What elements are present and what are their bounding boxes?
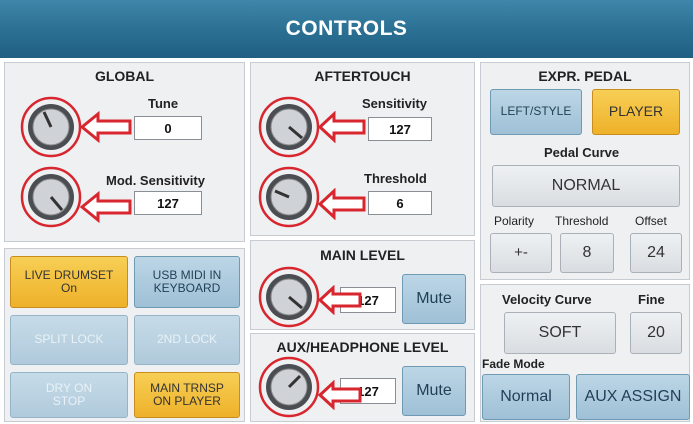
dry-on-stop-button[interactable]: DRY ON STOP (10, 372, 128, 418)
player-button[interactable]: PLAYER (592, 89, 680, 135)
arrow-left-icon (318, 111, 366, 143)
arrow-left-icon (80, 111, 132, 143)
main-trnsp-on-player-button[interactable]: MAIN TRNSP ON PLAYER (134, 372, 240, 418)
pedal-curve-value: NORMAL (551, 177, 621, 195)
velocity-curve-value: SOFT (538, 324, 582, 342)
aftertouch-title: AFTERTOUCH (314, 68, 411, 84)
main-level-mute-button[interactable]: Mute (402, 274, 466, 324)
usb-midi-label-line2: KEYBOARD (153, 281, 221, 295)
aftertouch-sensitivity-label: Sensitivity (362, 96, 428, 111)
page-title: CONTROLS (285, 17, 408, 40)
pedal-threshold-label: Threshold (555, 214, 609, 228)
offset-button[interactable]: 24 (630, 233, 682, 273)
fade-mode-button[interactable]: Normal (482, 374, 570, 420)
usb-midi-keyboard-button[interactable]: USB MIDI IN KEYBOARD (134, 256, 240, 308)
arrow-left-icon (318, 285, 362, 315)
tune-label: Tune (148, 96, 179, 111)
pedal-threshold-value: 8 (582, 244, 592, 262)
fine-label: Fine (638, 292, 665, 307)
aftertouch-sensitivity-value[interactable]: 127 (368, 117, 432, 141)
pedal-curve-select[interactable]: NORMAL (492, 165, 680, 207)
main-trnsp-line2: ON PLAYER (153, 394, 221, 408)
arrow-left-icon (318, 188, 366, 220)
live-drumset-button[interactable]: LIVE DRUMSET On (10, 256, 128, 308)
offset-value: 24 (647, 244, 665, 262)
aux-assign-button[interactable]: AUX ASSIGN (576, 374, 690, 420)
main-level-title: MAIN LEVEL (320, 247, 405, 263)
second-lock-button[interactable]: 2ND LOCK (134, 315, 240, 365)
left-style-button[interactable]: LEFT/STYLE (490, 89, 582, 135)
arrow-left-icon (80, 191, 132, 223)
aux-mute-label: Mute (416, 382, 452, 400)
dry-on-stop-line2: STOP (52, 394, 86, 408)
velocity-curve-select[interactable]: SOFT (504, 312, 616, 354)
split-lock-label: SPLIT LOCK (34, 332, 104, 347)
title-bar: CONTROLS (0, 0, 693, 58)
split-lock-button[interactable]: SPLIT LOCK (10, 315, 128, 365)
aftertouch-sensitivity-knob[interactable] (258, 96, 320, 158)
fade-mode-value: Normal (500, 388, 552, 406)
mod-sensitivity-knob[interactable] (20, 166, 82, 228)
pedal-threshold-button[interactable]: 8 (560, 233, 614, 273)
fine-value: 20 (647, 324, 665, 342)
polarity-button[interactable]: +- (490, 233, 552, 273)
aux-level-knob[interactable] (258, 356, 320, 418)
live-drumset-state: On (60, 281, 77, 295)
expr-pedal-title: EXPR. PEDAL (538, 68, 632, 84)
fine-button[interactable]: 20 (630, 312, 682, 354)
polarity-value: +- (514, 243, 528, 261)
second-lock-label: 2ND LOCK (156, 332, 218, 347)
polarity-label: Polarity (494, 214, 535, 228)
offset-label: Offset (635, 214, 667, 228)
mod-sensitivity-label: Mod. Sensitivity (106, 173, 205, 188)
tune-value[interactable]: 0 (134, 116, 202, 140)
left-style-label: LEFT/STYLE (500, 104, 572, 119)
aux-level-title: AUX/HEADPHONE LEVEL (276, 339, 449, 355)
global-title: GLOBAL (94, 68, 155, 84)
aux-assign-label: AUX ASSIGN (584, 388, 682, 406)
aftertouch-threshold-label: Threshold (364, 171, 427, 186)
arrow-left-icon (318, 380, 362, 410)
aftertouch-threshold-knob[interactable] (258, 166, 320, 228)
tune-knob[interactable] (20, 96, 82, 158)
aftertouch-threshold-value[interactable]: 6 (368, 191, 432, 215)
fade-mode-label: Fade Mode (482, 357, 545, 371)
pedal-curve-label: Pedal Curve (544, 145, 620, 160)
player-label: PLAYER (608, 103, 664, 120)
main-level-knob[interactable] (258, 266, 320, 328)
aux-level-mute-button[interactable]: Mute (402, 366, 466, 416)
mod-sensitivity-value[interactable]: 127 (134, 191, 202, 215)
velocity-curve-label: Velocity Curve (502, 292, 592, 307)
main-mute-label: Mute (416, 290, 452, 308)
